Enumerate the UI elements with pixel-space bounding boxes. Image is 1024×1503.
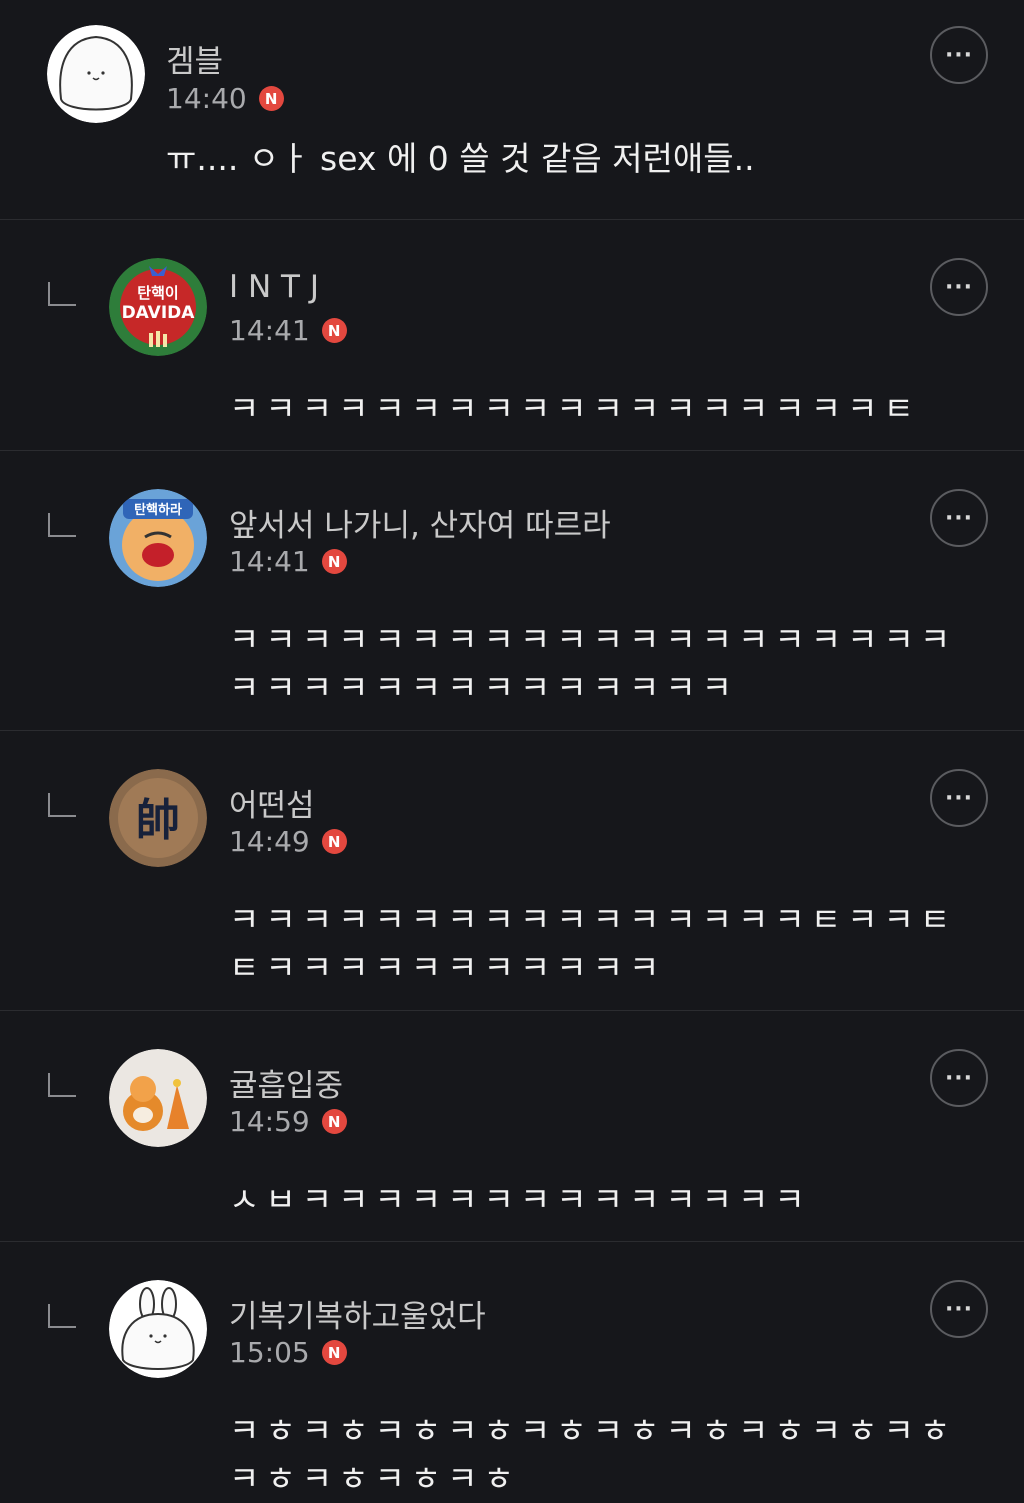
reply-arrow-icon: [48, 513, 76, 537]
crying-child-avatar-icon: 탄핵하라: [109, 489, 207, 587]
timestamp: 14:49: [229, 825, 310, 858]
author-name[interactable]: 어떤섬: [229, 780, 315, 825]
avatar[interactable]: [109, 1049, 207, 1147]
more-options-button[interactable]: ···: [930, 26, 988, 84]
reply-arrow-icon: [48, 1073, 76, 1097]
comment: 겜블 14:40 N ㅠ.... ㅇㅏ sex 에 0 쓸 것 같음 저런애들.…: [0, 0, 1024, 220]
timestamp: 15:05: [229, 1336, 310, 1369]
more-options-button[interactable]: ···: [930, 1049, 988, 1107]
meta-row: 14:49 N: [229, 825, 347, 858]
avatar[interactable]: 탄핵하라: [109, 489, 207, 587]
meta-row: 14:41 N: [229, 545, 347, 578]
meta-row: 14:41 N: [229, 314, 347, 347]
reply-arrow-icon: [48, 793, 76, 817]
meta-row: 14:40 N: [166, 82, 284, 115]
avatar[interactable]: 탄핵이 DAVIDA: [109, 258, 207, 356]
reply-arrow-icon: [48, 1304, 76, 1328]
tangerine-figures-avatar-icon: [109, 1049, 207, 1147]
avatar[interactable]: 帥: [109, 769, 207, 867]
reply-arrow-icon: [48, 282, 76, 306]
timestamp: 14:59: [229, 1105, 310, 1138]
avatar-text: 탄핵하라: [134, 502, 182, 518]
avatar-text-2: DAVIDA: [122, 303, 196, 323]
reply-comment: 귤흡입중 14:59 N ㅅㅂㅋㅋㅋㅋㅋㅋㅋㅋㅋㅋㅋㅋㅋㅋ ···: [0, 1011, 1024, 1242]
new-badge: N: [321, 1340, 347, 1365]
more-options-button[interactable]: ···: [930, 1280, 988, 1338]
comment-text: ㅠ.... ㅇㅏ sex 에 0 쓸 것 같음 저런애들..: [166, 139, 755, 178]
avatar-text-1: 탄핵이: [137, 284, 178, 302]
timestamp: 14:41: [229, 545, 310, 578]
reply-comment: 탄핵이 DAVIDA I N T J 14:41 N ㅋㅋㅋㅋㅋㅋㅋㅋㅋㅋㅋㅋㅋ…: [0, 220, 1024, 451]
more-options-button[interactable]: ···: [930, 489, 988, 547]
timestamp: 14:40: [166, 82, 247, 115]
white-rabbit-avatar-icon: [109, 1280, 207, 1378]
avatar[interactable]: [109, 1280, 207, 1378]
wood-sign-avatar-icon: 帥: [109, 769, 207, 867]
comment-text: ㅋㅋㅋㅋㅋㅋㅋㅋㅋㅋㅋㅋㅋㅋㅋㅋㅋㅋㅋㅋㅋㅋㅋㅋㅋㅋㅋㅋㅋㅋㅋㅋㅋㅋ: [229, 620, 957, 707]
author-name[interactable]: I N T J: [229, 269, 319, 305]
author-name[interactable]: 귤흡입중: [229, 1060, 343, 1105]
comment-text: ㅅㅂㅋㅋㅋㅋㅋㅋㅋㅋㅋㅋㅋㅋㅋㅋ: [229, 1180, 811, 1219]
timestamp: 14:41: [229, 314, 310, 347]
comment-text: ㅋㅋㅋㅋㅋㅋㅋㅋㅋㅋㅋㅋㅋㅋㅋㅋㅋㅋㅌ: [229, 389, 920, 428]
reply-comment: 탄핵하라 앞서서 나가니, 산자여 따르라 14:41 N ㅋㅋㅋㅋㅋㅋㅋㅋㅋㅋ…: [0, 451, 1024, 731]
new-badge: N: [321, 1109, 347, 1134]
more-options-button[interactable]: ···: [930, 258, 988, 316]
new-badge: N: [321, 318, 347, 343]
more-options-button[interactable]: ···: [930, 769, 988, 827]
new-badge: N: [258, 86, 284, 111]
new-badge: N: [321, 829, 347, 854]
avatar[interactable]: [47, 25, 145, 123]
reply-comment: 帥 어떤섬 14:49 N ㅋㅋㅋㅋㅋㅋㅋㅋㅋㅋㅋㅋㅋㅋㅋㅋㅌㅋㅋㅌㅌㅋㅋㅋㅋㅋ…: [0, 731, 1024, 1011]
new-badge: N: [321, 549, 347, 574]
meta-row: 15:05 N: [229, 1336, 347, 1369]
avatar-text: 帥: [136, 795, 180, 846]
meta-row: 14:59 N: [229, 1105, 347, 1138]
author-name[interactable]: 앞서서 나가니, 산자여 따르라: [229, 500, 611, 545]
reply-comment: 기복기복하고울었다 15:05 N ㅋㅎㅋㅎㅋㅎㅋㅎㅋㅎㅋㅎㅋㅎㅋㅎㅋㅎㅋㅎㅋㅎ…: [0, 1242, 1024, 1501]
wreath-avatar-icon: 탄핵이 DAVIDA: [109, 258, 207, 356]
comment-text: ㅋㅋㅋㅋㅋㅋㅋㅋㅋㅋㅋㅋㅋㅋㅋㅋㅌㅋㅋㅌㅌㅋㅋㅋㅋㅋㅋㅋㅋㅋㅋㅋ: [229, 900, 957, 987]
comment-text: ㅋㅎㅋㅎㅋㅎㅋㅎㅋㅎㅋㅎㅋㅎㅋㅎㅋㅎㅋㅎㅋㅎㅋㅎㅋㅎㅋㅎ: [229, 1411, 957, 1498]
author-name[interactable]: 기복기복하고울었다: [229, 1291, 486, 1336]
author-name[interactable]: 겜블: [166, 36, 223, 81]
white-character-avatar-icon: [47, 25, 145, 123]
